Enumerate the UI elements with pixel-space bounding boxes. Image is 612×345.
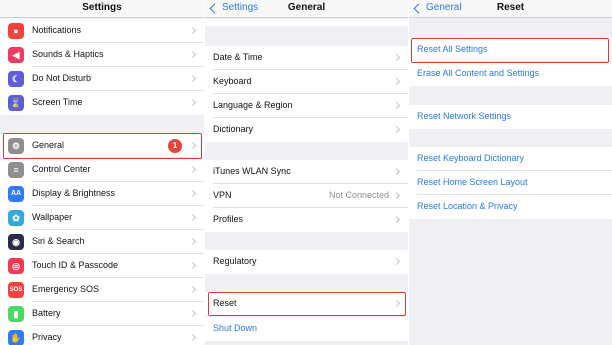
general-item-label: Shut Down <box>213 323 258 333</box>
general-item-label: Language & Region <box>213 100 293 110</box>
text-size-icon: AA <box>8 186 24 202</box>
general-item-keyboard[interactable]: Keyboard <box>205 70 408 94</box>
chevron-right-icon <box>392 257 401 266</box>
chevron-right-icon <box>392 53 401 62</box>
hand-icon: ✋ <box>8 330 24 345</box>
chevron-right-icon <box>392 101 401 110</box>
general-item-itunes-wlan-sync[interactable]: iTunes WLAN Sync <box>205 160 408 184</box>
chevron-right-icon <box>188 309 197 318</box>
general-item-regulatory[interactable]: Regulatory <box>205 250 408 274</box>
general-navbar: Settings General <box>205 0 408 18</box>
settings-item-screen-time[interactable]: ⌛ Screen Time <box>0 91 204 115</box>
shut-down-button[interactable]: Shut Down <box>205 317 408 341</box>
settings-item-battery[interactable]: ▮ Battery <box>0 302 204 326</box>
settings-item-label: Battery <box>32 308 61 318</box>
general-item-language-region[interactable]: Language & Region <box>205 94 408 118</box>
chevron-right-icon <box>188 26 197 35</box>
reset-item-label: Reset Network Settings <box>417 111 512 121</box>
chevron-right-icon <box>188 333 197 342</box>
settings-item-label: Notifications <box>32 25 82 35</box>
general-item-vpn[interactable]: VPN Not Connected <box>205 184 408 208</box>
reset-highlight-box <box>208 292 406 316</box>
general-highlight-box <box>3 133 202 159</box>
settings-panel: Settings ● Notifications ◀ Sounds & Hapt… <box>0 0 204 345</box>
general-title: General <box>287 2 326 13</box>
settings-item-emergency-sos[interactable]: SOS Emergency SOS <box>0 278 204 302</box>
general-item-dictionary[interactable]: Dictionary <box>205 118 408 142</box>
general-item-label: VPN <box>213 190 232 200</box>
reset-title: Reset <box>496 2 525 13</box>
reset-network-settings-button[interactable]: Reset Network Settings <box>409 105 612 129</box>
settings-navbar: Settings <box>0 0 204 18</box>
settings-item-label: Control Center <box>32 164 91 174</box>
general-item-label: Regulatory <box>213 256 257 266</box>
moon-icon: ☾ <box>8 71 24 87</box>
chevron-right-icon <box>188 50 197 59</box>
settings-item-control-center[interactable]: ≡ Control Center <box>0 158 204 182</box>
siri-icon: ◉ <box>8 234 24 250</box>
chevron-right-icon <box>188 165 197 174</box>
settings-item-label: Screen Time <box>32 97 83 107</box>
settings-item-notifications[interactable]: ● Notifications <box>0 19 204 43</box>
general-item-label: Keyboard <box>213 76 252 86</box>
general-item-label: Date & Time <box>213 52 263 62</box>
general-item-date-time[interactable]: Date & Time <box>205 46 408 70</box>
general-item-label: iTunes WLAN Sync <box>213 166 291 176</box>
reset-keyboard-dictionary-button[interactable]: Reset Keyboard Dictionary <box>409 147 612 171</box>
general-item-profiles[interactable]: Profiles <box>205 208 408 232</box>
chevron-right-icon <box>392 77 401 86</box>
reset-navbar: General Reset <box>409 0 612 18</box>
settings-item-label: Wallpaper <box>32 212 73 222</box>
settings-item-label: Privacy <box>32 332 62 342</box>
reset-panel: General Reset Reset All Settings Erase A… <box>409 0 612 345</box>
hourglass-icon: ⌛ <box>8 95 24 111</box>
chevron-right-icon <box>392 125 401 134</box>
settings-item-label: Emergency SOS <box>32 284 100 294</box>
fingerprint-icon: ◎ <box>8 258 24 274</box>
settings-item-label: Sounds & Haptics <box>32 49 104 59</box>
battery-icon: ▮ <box>8 306 24 322</box>
general-partial-row <box>205 19 408 26</box>
settings-title: Settings <box>82 2 122 13</box>
reset-home-screen-layout-button[interactable]: Reset Home Screen Layout <box>409 171 612 195</box>
reset-location-privacy-button[interactable]: Reset Location & Privacy <box>409 195 612 219</box>
chevron-right-icon <box>188 261 197 270</box>
settings-item-siri-search[interactable]: ◉ Siri & Search <box>0 230 204 254</box>
reset-all-settings-highlight-box <box>411 38 609 63</box>
reset-item-label: Reset Location & Privacy <box>417 201 518 211</box>
settings-item-sounds[interactable]: ◀ Sounds & Haptics <box>0 43 204 67</box>
chevron-right-icon <box>188 237 197 246</box>
notifications-icon: ● <box>8 23 24 39</box>
reset-item-label: Reset Keyboard Dictionary <box>417 153 525 163</box>
chevron-right-icon <box>188 189 197 198</box>
settings-item-display-brightness[interactable]: AA Display & Brightness <box>0 182 204 206</box>
settings-item-touch-id[interactable]: ◎ Touch ID & Passcode <box>0 254 204 278</box>
vpn-status-value: Not Connected <box>328 190 389 200</box>
speaker-icon: ◀ <box>8 47 24 63</box>
settings-item-wallpaper[interactable]: ✿ Wallpaper <box>0 206 204 230</box>
erase-all-content-button[interactable]: Erase All Content and Settings <box>409 62 612 86</box>
toggles-icon: ≡ <box>8 162 24 178</box>
general-item-label: Profiles <box>213 214 244 224</box>
reset-item-label: Erase All Content and Settings <box>417 68 540 78</box>
settings-item-privacy[interactable]: ✋ Privacy <box>0 326 204 345</box>
chevron-right-icon <box>188 285 197 294</box>
general-item-label: Dictionary <box>213 124 254 134</box>
chevron-right-icon <box>188 74 197 83</box>
chevron-right-icon <box>392 215 401 224</box>
chevron-right-icon <box>392 167 401 176</box>
flower-icon: ✿ <box>8 210 24 226</box>
reset-item-label: Reset Home Screen Layout <box>417 177 528 187</box>
settings-item-label: Touch ID & Passcode <box>32 260 119 270</box>
settings-item-do-not-disturb[interactable]: ☾ Do Not Disturb <box>0 67 204 91</box>
settings-item-label: Do Not Disturb <box>32 73 92 83</box>
chevron-right-icon <box>188 98 197 107</box>
chevron-right-icon <box>188 213 197 222</box>
general-panel: Settings General Date & Time Keyboard La… <box>205 0 408 345</box>
settings-item-label: Display & Brightness <box>32 188 116 198</box>
settings-item-label: Siri & Search <box>32 236 85 246</box>
chevron-right-icon <box>392 191 401 200</box>
sos-icon: SOS <box>8 282 24 298</box>
